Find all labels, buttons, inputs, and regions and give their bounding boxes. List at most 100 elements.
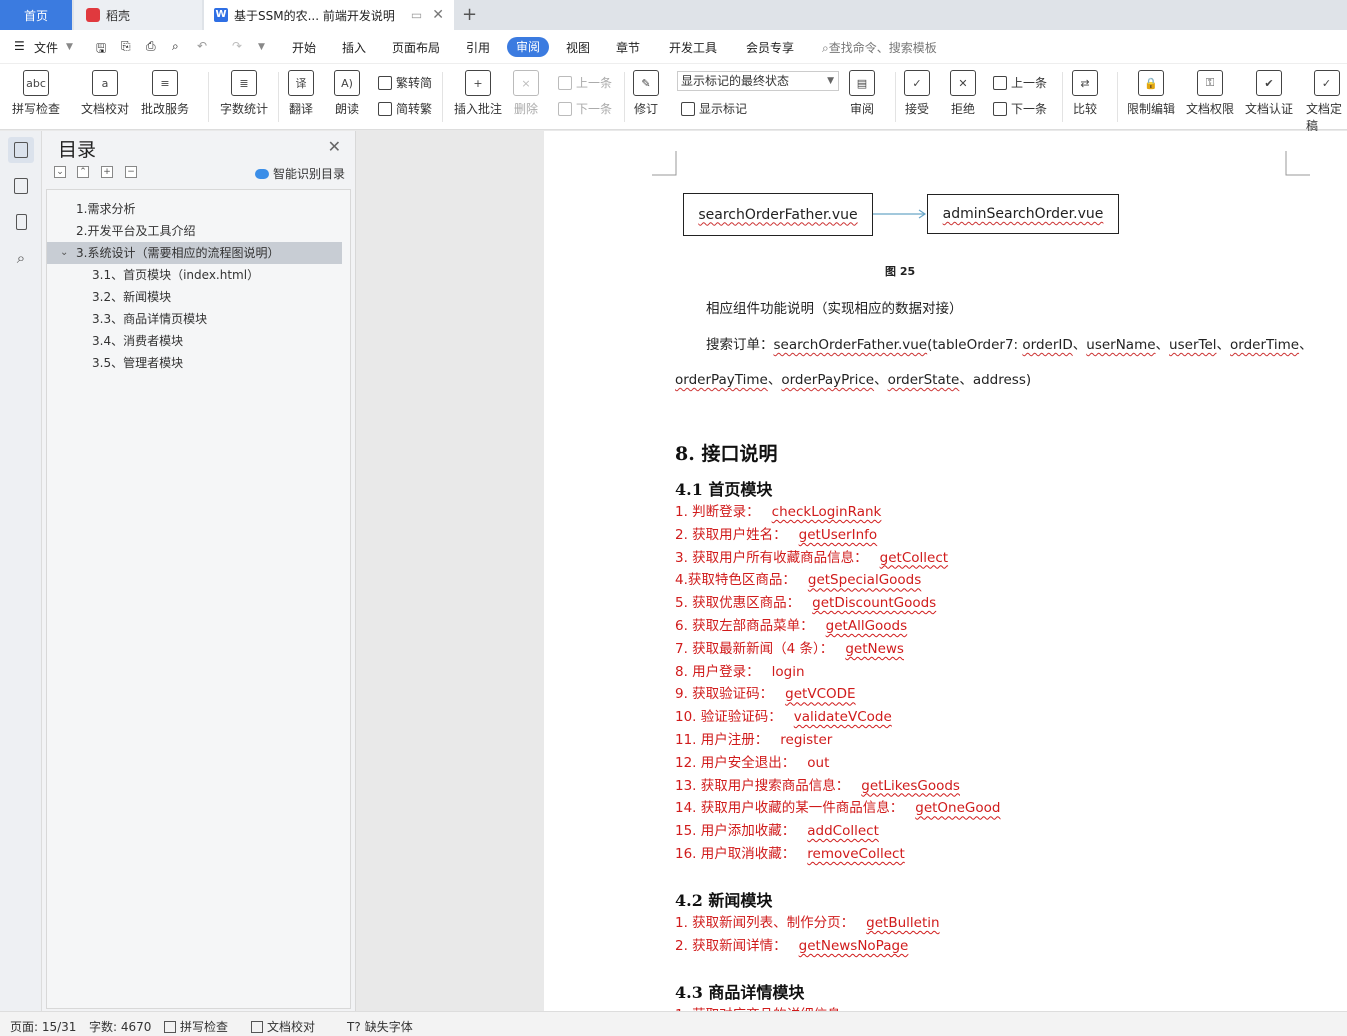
compare-button[interactable]: ⇄ 比较 (1072, 70, 1098, 117)
toc-item[interactable]: 1.需求分析 (47, 198, 342, 220)
next-change-button[interactable]: 下一条 (993, 100, 1047, 117)
tab-close-icon[interactable]: ✕ (432, 7, 444, 23)
delete-comment-button[interactable]: × 删除 (513, 70, 539, 117)
toc-item[interactable]: 3.3、商品详情页模块 (47, 308, 342, 330)
new-tab-icon[interactable]: + (462, 4, 477, 25)
bookmark-nav-button[interactable] (8, 209, 34, 235)
menu-layout[interactable]: 页面布局 (392, 39, 440, 56)
restrict-edit-button[interactable]: 🔒 限制编辑 (1127, 70, 1175, 117)
toc-item-selected[interactable]: ⌄ 3.系统设计（需要相应的流程图说明） (47, 242, 342, 264)
toc-item[interactable]: 3.4、消费者模块 (47, 330, 342, 352)
menu-chapter[interactable]: 章节 (616, 39, 640, 56)
quick-access-dropdown-icon[interactable]: ▼ (258, 42, 265, 52)
api-list-item: 3. 获取用户所有收藏商品信息： getCollect (675, 546, 948, 566)
doc-auth-button[interactable]: ✔ 文档认证 (1245, 70, 1293, 117)
tab-daoke[interactable]: 稻壳 (74, 0, 202, 30)
chapter-nav-button[interactable] (8, 173, 34, 199)
menu-file[interactable]: 文件 (34, 39, 58, 56)
menu-reference[interactable]: 引用 (466, 39, 490, 56)
search-order-table: (tableOrder7: (927, 337, 1023, 353)
correction-service-button[interactable]: ≡ 批改服务 (141, 70, 189, 117)
doc-finalize-button[interactable]: ✓ 文档定稿 (1306, 70, 1347, 134)
tab-document[interactable]: W 基于SSM的农... 前端开发说明 ▭ ✕ (204, 0, 454, 30)
api-item-label: 2. 获取用户姓名： (675, 526, 787, 543)
doc-finalize-label: 文档定稿 (1306, 102, 1343, 133)
menu-start[interactable]: 开始 (292, 39, 316, 56)
read-aloud-button[interactable]: A) 朗读 (334, 70, 360, 117)
page-indicator[interactable]: 页面: 15/31 (10, 1018, 76, 1035)
api-item-label: 14. 获取用户收藏的某一件商品信息： (675, 800, 904, 817)
correction-label: 批改服务 (141, 102, 190, 116)
status-doc-proof[interactable]: 文档校对 (251, 1018, 315, 1035)
markup-state-value: 显示标记的最终状态 (681, 74, 790, 88)
track-changes-button[interactable]: ✎ 修订 (633, 70, 659, 117)
tab-home[interactable]: 首页 (0, 0, 72, 30)
review-pane-button[interactable]: ▤ 审阅 (849, 70, 875, 117)
toc-nav-button[interactable] (8, 137, 34, 163)
doc-permission-button[interactable]: ⚿ 文档权限 (1186, 70, 1234, 117)
search-order-component: searchOrderFather.vue (773, 337, 928, 353)
command-search[interactable]: ⌕查找命令、搜索模板 (822, 39, 937, 56)
accept-button[interactable]: ✓ 接受 (904, 70, 930, 117)
remove-heading-icon[interactable]: − (125, 166, 137, 178)
compare-label: 比较 (1072, 102, 1097, 116)
collapse-all-icon[interactable]: ⌄ (54, 166, 66, 178)
menu-devtools[interactable]: 开发工具 (669, 39, 717, 56)
smart-toc-button[interactable]: 智能识别目录 (254, 165, 345, 182)
save-icon[interactable]: 🖫 (96, 39, 106, 60)
reject-button[interactable]: ✕ 拒绝 (950, 70, 976, 117)
next-comment-button[interactable]: 下一条 (558, 100, 612, 117)
doc-proof-button[interactable]: a 文档校对 (81, 70, 129, 117)
insert-comment-button[interactable]: + 插入批注 (454, 70, 502, 117)
spell-check-button[interactable]: abc 拼写检查 (12, 70, 60, 117)
search-nav-button[interactable]: ⌕ (8, 245, 34, 271)
toc-item[interactable]: 3.1、首页模块（index.html） (47, 264, 342, 286)
print-icon[interactable]: ⎙ (146, 39, 156, 54)
status-spell-check[interactable]: 拼写检查 (164, 1018, 228, 1035)
prev-change-button[interactable]: 上一条 (993, 74, 1047, 91)
translate-button[interactable]: 译翻译 (288, 70, 314, 117)
restrict-edit-label: 限制编辑 (1127, 102, 1176, 116)
s2t-button[interactable]: 简转繁 (378, 100, 432, 117)
toc-item[interactable]: 3.5、管理者模块 (47, 352, 342, 374)
close-icon[interactable]: ✕ (328, 137, 341, 156)
undo-icon[interactable]: ↶ (197, 39, 207, 53)
search-icon: ⌕ (822, 41, 829, 55)
expand-up-icon[interactable]: ⌃ (77, 166, 89, 178)
section-heading: 8. 接口说明 (675, 443, 778, 465)
figure-caption: 图 25 (885, 265, 916, 278)
menu-member[interactable]: 会员专享 (746, 39, 794, 56)
markup-state-select[interactable]: 显示标记的最终状态 ▼ (677, 71, 839, 91)
word-count-label: 字数统计 (220, 102, 269, 116)
word-count[interactable]: 字数: 4670 (89, 1018, 151, 1035)
toc-title: 目录 (58, 139, 97, 161)
missing-font-icon: T? (347, 1019, 361, 1034)
menu-insert[interactable]: 插入 (342, 39, 366, 56)
export-icon[interactable]: ⎘ (121, 39, 131, 54)
file-dropdown-icon[interactable]: ▼ (66, 42, 73, 52)
api-item-label: 1. 判断登录： (675, 504, 760, 520)
show-markup-button[interactable]: 显示标记 (681, 100, 747, 117)
toc-item[interactable]: 3.2、新闻模块 (47, 286, 342, 308)
redo-icon[interactable]: ↷ (232, 39, 242, 53)
menu-view[interactable]: 视图 (566, 39, 590, 56)
toc-item[interactable]: 2.开发平台及工具介绍 (47, 220, 342, 242)
ribbon-divider (624, 72, 625, 122)
preview-icon[interactable]: ⌕ (172, 39, 179, 54)
status-missing-font[interactable]: T? 缺失字体 (347, 1018, 413, 1035)
flow-box-right-label: adminSearchOrder.vue (942, 206, 1104, 222)
word-count-button[interactable]: ≣ 字数统计 (220, 70, 268, 117)
prev-change-icon (993, 75, 1007, 90)
permission-icon: ⚿ (1197, 70, 1223, 96)
api-name: getOneGood (915, 800, 1001, 817)
tab-window-icon[interactable]: ▭ (411, 8, 422, 22)
command-search-label: 查找命令、搜索模板 (828, 41, 937, 55)
add-heading-icon[interactable]: + (101, 166, 113, 178)
api-name: getBulletin (866, 915, 940, 931)
tab-daoke-label: 稻壳 (106, 8, 131, 23)
hamburger-icon[interactable]: ☰ (14, 39, 25, 53)
menu-review[interactable]: 审阅 (507, 37, 549, 57)
prev-comment-button[interactable]: 上一条 (558, 74, 612, 91)
t2s-button[interactable]: 繁转简 (378, 74, 432, 91)
document-page[interactable]: searchOrderFather.vue adminSearchOrder.v… (544, 131, 1347, 1011)
